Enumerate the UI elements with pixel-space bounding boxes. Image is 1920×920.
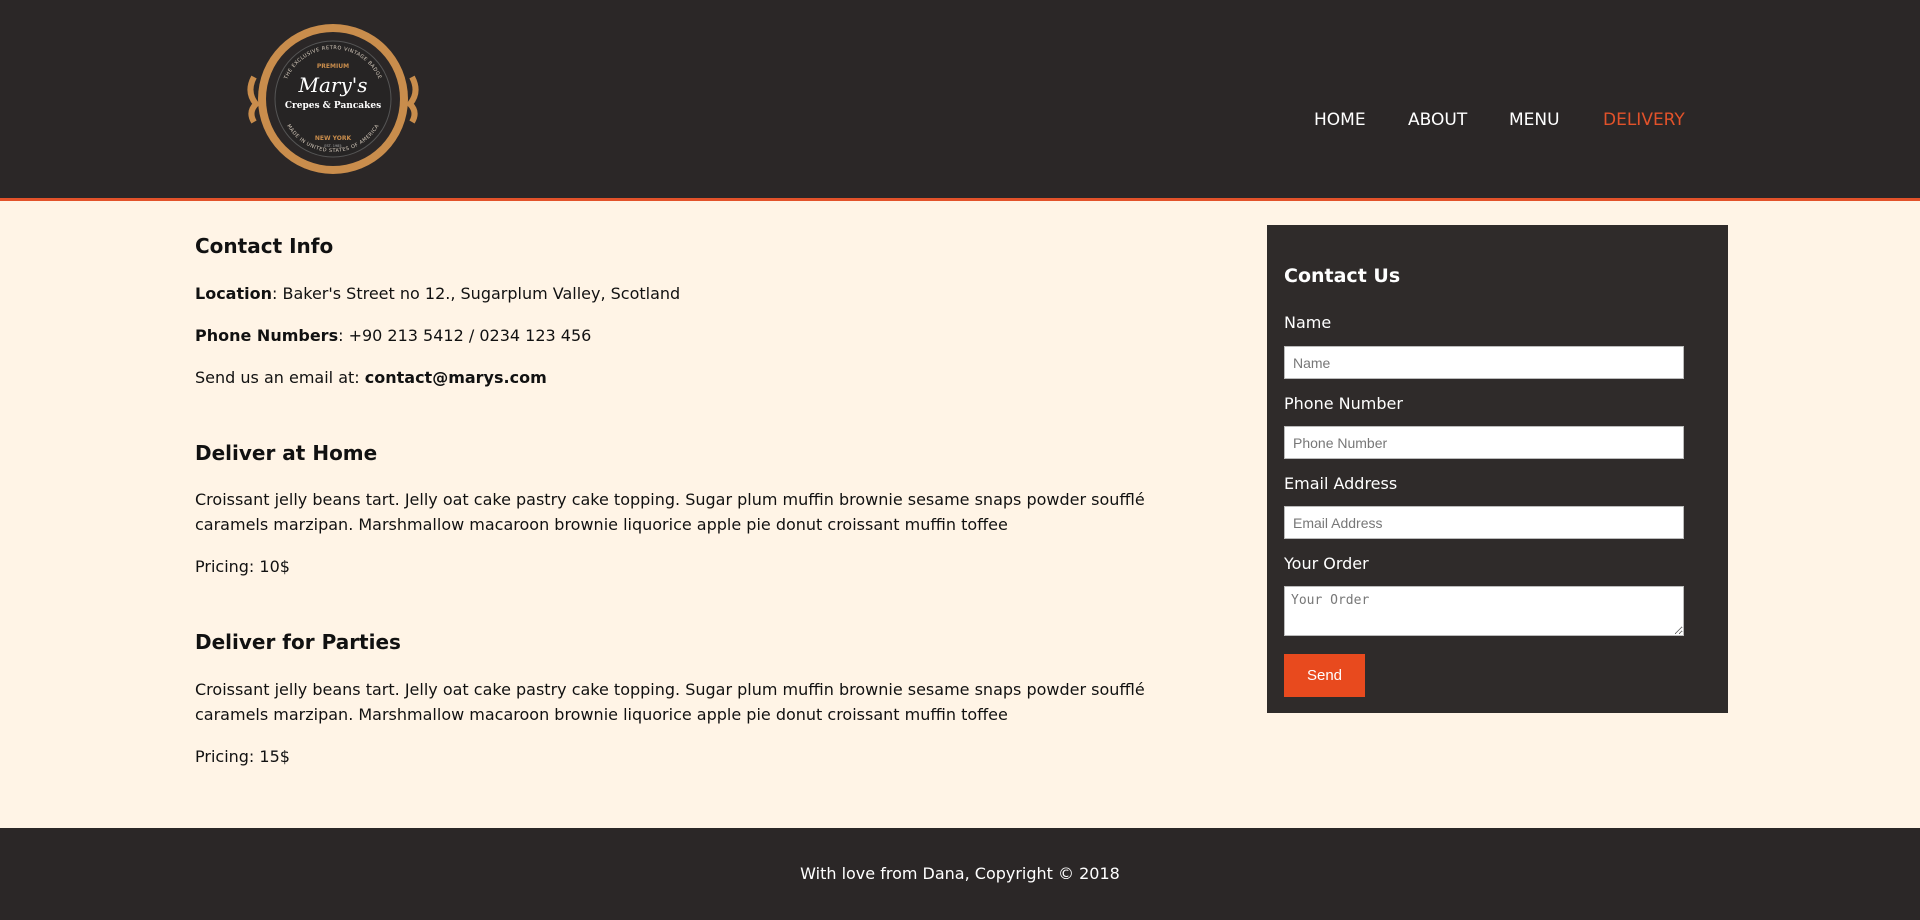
- logo-premium-text: PREMIUM: [317, 63, 349, 70]
- deliver-parties-pricing-block: Pricing: 15$: [195, 744, 1165, 769]
- deliver-parties-title: Deliver for Parties: [195, 630, 401, 654]
- site-header: THE EXCLUSIVE RETRO VINTAGE BADGE MADE I…: [0, 0, 1920, 201]
- email-line: Send us an email at: contact@marys.com: [195, 365, 1165, 390]
- logo-name-text: Mary's: [297, 73, 367, 97]
- phone-number-label: Phone Number: [1284, 394, 1403, 413]
- your-order-label: Your Order: [1284, 554, 1369, 573]
- location-line: Location: Baker's Street no 12., Sugarpl…: [195, 281, 1165, 306]
- contact-form-panel: Contact Us Name Phone Number Email Addre…: [1267, 225, 1728, 713]
- contact-form-title: Contact Us: [1284, 265, 1401, 287]
- location-label: Location: [195, 284, 272, 303]
- name-label: Name: [1284, 313, 1332, 332]
- phone-number-input[interactable]: [1284, 426, 1684, 459]
- deliver-parties-description: Croissant jelly beans tart. Jelly oat ca…: [195, 680, 1145, 724]
- phone-line: Phone Numbers: +90 213 5412 / 0234 123 4…: [195, 323, 1165, 348]
- nav-menu-link[interactable]: MENU: [1509, 110, 1560, 130]
- nav-delivery-link[interactable]: DELIVERY: [1603, 110, 1685, 130]
- contact-info-title: Contact Info: [195, 234, 334, 258]
- email-prefix: Send us an email at:: [195, 368, 365, 387]
- deliver-parties-pricing: Pricing: 15$: [195, 747, 290, 766]
- send-button[interactable]: Send: [1284, 654, 1365, 697]
- email-address-input[interactable]: [1284, 506, 1684, 539]
- deliver-home-pricing: Pricing: 10$: [195, 557, 290, 576]
- deliver-parties-description-block: Croissant jelly beans tart. Jelly oat ca…: [195, 677, 1165, 727]
- deliver-home-section: Deliver at Home: [195, 441, 1165, 465]
- nav-home-link[interactable]: HOME: [1314, 110, 1366, 130]
- nav-about-link[interactable]: ABOUT: [1408, 110, 1467, 130]
- deliver-home-pricing-block: Pricing: 10$: [195, 554, 1165, 579]
- deliver-home-title: Deliver at Home: [195, 441, 378, 465]
- logo-est-text: EST. 1985: [324, 144, 341, 148]
- email-link[interactable]: contact@marys.com: [365, 368, 547, 387]
- phone-value: : +90 213 5412 / 0234 123 456: [338, 326, 592, 345]
- phone-label: Phone Numbers: [195, 326, 339, 345]
- site-footer: With love from Dana, Copyright © 2018: [0, 828, 1920, 920]
- logo-city-text: NEW YORK: [315, 135, 352, 142]
- deliver-home-description: Croissant jelly beans tart. Jelly oat ca…: [195, 490, 1145, 534]
- deliver-home-description-block: Croissant jelly beans tart. Jelly oat ca…: [195, 487, 1165, 537]
- footer-copyright: With love from Dana, Copyright © 2018: [800, 864, 1120, 883]
- contact-info-section: Contact Info: [195, 234, 1165, 258]
- brand-logo[interactable]: THE EXCLUSIVE RETRO VINTAGE BADGE MADE I…: [246, 22, 420, 176]
- logo-badge-icon: THE EXCLUSIVE RETRO VINTAGE BADGE MADE I…: [247, 24, 419, 174]
- your-order-textarea[interactable]: [1284, 586, 1684, 636]
- name-input[interactable]: [1284, 346, 1684, 379]
- deliver-parties-section: Deliver for Parties: [195, 630, 1165, 654]
- logo-tagline-text: Crepes & Pancakes: [285, 101, 381, 111]
- location-value: : Baker's Street no 12., Sugarplum Valle…: [271, 284, 681, 303]
- email-address-label: Email Address: [1284, 474, 1398, 493]
